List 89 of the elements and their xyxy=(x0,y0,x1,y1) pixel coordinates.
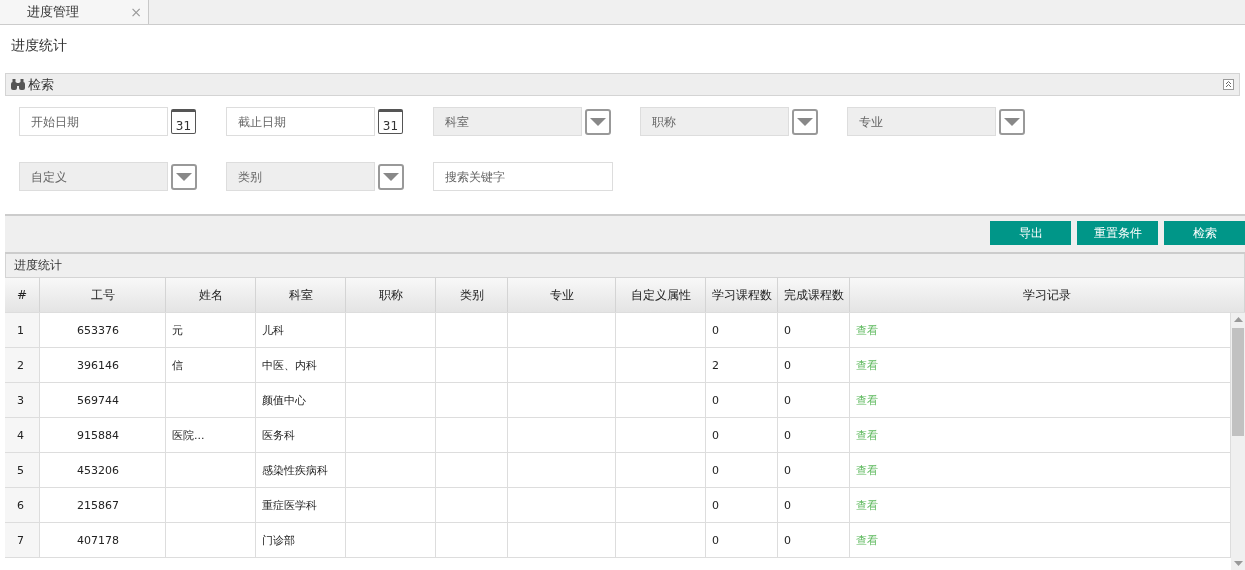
keyword-field[interactable]: 搜索关键字 xyxy=(433,162,613,191)
column-header: 专业 xyxy=(508,278,616,312)
table-cell: 0 xyxy=(784,533,791,547)
view-link[interactable]: 查看 xyxy=(856,532,878,548)
table-cell: 1 xyxy=(17,323,24,337)
scroll-down-icon[interactable] xyxy=(1233,561,1243,566)
column-header: 类别 xyxy=(436,278,508,312)
page-title: 进度统计 xyxy=(10,36,68,55)
action-button[interactable]: 重置条件 xyxy=(1077,221,1158,245)
table-cell: 0 xyxy=(784,323,791,337)
table-cell: 中医、内科 xyxy=(262,357,317,373)
select-field[interactable]: 职称 xyxy=(640,107,789,136)
table-cell: 6 xyxy=(17,498,24,512)
table-cell: 0 xyxy=(712,393,719,407)
select-field[interactable]: 专业 xyxy=(847,107,996,136)
caret-icon xyxy=(176,172,192,181)
table-cell: 医院... xyxy=(172,427,205,443)
dropdown-button[interactable] xyxy=(999,108,1025,135)
column-header: 姓名 xyxy=(166,278,256,312)
table-cell: 0 xyxy=(712,498,719,512)
tab[interactable]: 进度管理 × xyxy=(0,0,149,24)
column-header: 完成课程数 xyxy=(778,278,850,312)
table-cell: 感染性疾病科 xyxy=(262,462,328,478)
grid-title: 进度统计 xyxy=(5,254,1245,278)
table-cell: 2 xyxy=(712,358,719,372)
table-cell: 0 xyxy=(784,428,791,442)
dropdown-button[interactable] xyxy=(585,108,611,135)
dropdown-button[interactable] xyxy=(171,163,197,190)
table-cell: 7 xyxy=(17,533,24,547)
column-header: 自定义属性 xyxy=(616,278,706,312)
close-icon[interactable]: × xyxy=(130,4,142,20)
action-button[interactable]: 检索 xyxy=(1164,221,1245,245)
table-cell: 407178 xyxy=(77,533,119,547)
column-header: # xyxy=(5,278,40,312)
table-cell: 重症医学科 xyxy=(262,497,317,513)
table-cell: 0 xyxy=(784,498,791,512)
table-cell: 2 xyxy=(17,358,24,372)
action-button[interactable]: 导出 xyxy=(990,221,1071,245)
column-header: 学习记录 xyxy=(850,278,1245,312)
view-link[interactable]: 查看 xyxy=(856,322,878,338)
table-cell: 0 xyxy=(712,533,719,547)
scrollbar[interactable] xyxy=(1231,313,1245,570)
panel-title: 检索 xyxy=(28,75,54,94)
table-cell: 653376 xyxy=(77,323,119,337)
table-cell: 门诊部 xyxy=(262,532,295,548)
table-cell: 医务科 xyxy=(262,427,295,443)
select-field[interactable]: 自定义 xyxy=(19,162,168,191)
view-link[interactable]: 查看 xyxy=(856,462,878,478)
table-cell: 信 xyxy=(172,357,183,373)
table-cell: 915884 xyxy=(77,428,119,442)
table-cell: 0 xyxy=(784,393,791,407)
table-cell: 元 xyxy=(172,322,183,338)
scroll-up-icon[interactable] xyxy=(1233,317,1243,322)
column-header: 职称 xyxy=(346,278,436,312)
select-field[interactable]: 类别 xyxy=(226,162,375,191)
table-cell: 0 xyxy=(712,428,719,442)
table-cell: 0 xyxy=(712,323,719,337)
caret-icon xyxy=(383,172,399,181)
binoculars-icon xyxy=(11,79,25,90)
view-link[interactable]: 查看 xyxy=(856,497,878,513)
calendar-icon[interactable]: 31 xyxy=(171,109,196,134)
caret-icon xyxy=(590,117,606,126)
dropdown-button[interactable] xyxy=(378,163,404,190)
date-field[interactable]: 截止日期 xyxy=(226,107,375,136)
table-cell: 453206 xyxy=(77,463,119,477)
caret-icon xyxy=(1004,117,1020,126)
table-cell: 3 xyxy=(17,393,24,407)
column-header: 工号 xyxy=(40,278,166,312)
dropdown-button[interactable] xyxy=(792,108,818,135)
table-cell: 颜值中心 xyxy=(262,392,306,408)
table-cell: 0 xyxy=(712,463,719,477)
table-cell: 5 xyxy=(17,463,24,477)
table-cell: 4 xyxy=(17,428,24,442)
table-cell: 0 xyxy=(784,463,791,477)
caret-icon xyxy=(797,117,813,126)
table-cell: 儿科 xyxy=(262,322,284,338)
table-cell: 396146 xyxy=(77,358,119,372)
collapse-icon[interactable] xyxy=(1223,79,1234,90)
table-cell: 569744 xyxy=(77,393,119,407)
view-link[interactable]: 查看 xyxy=(856,392,878,408)
calendar-icon[interactable]: 31 xyxy=(378,109,403,134)
column-header: 学习课程数 xyxy=(706,278,778,312)
select-field[interactable]: 科室 xyxy=(433,107,582,136)
table-cell: 0 xyxy=(784,358,791,372)
view-link[interactable]: 查看 xyxy=(856,357,878,373)
table-cell: 215867 xyxy=(77,498,119,512)
date-field[interactable]: 开始日期 xyxy=(19,107,168,136)
column-header: 科室 xyxy=(256,278,346,312)
view-link[interactable]: 查看 xyxy=(856,427,878,443)
